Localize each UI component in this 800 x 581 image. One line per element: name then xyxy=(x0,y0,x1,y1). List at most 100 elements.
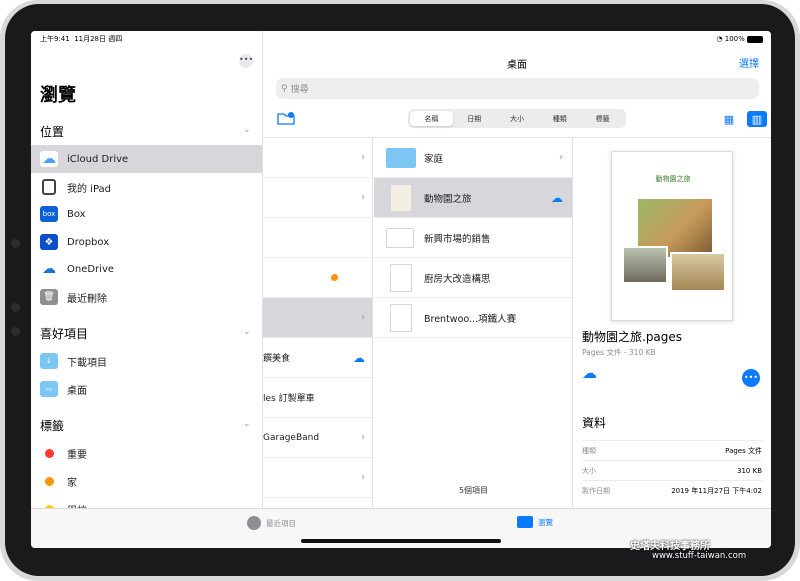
info-key: 大小 xyxy=(582,466,596,475)
column-1: › › › 饌美食 ☁ les 訂製單車 GarageBand › › xyxy=(263,138,373,508)
sidebar-item-label: 最近刪除 xyxy=(67,293,107,305)
sidebar-item-onedrive[interactable]: ☁ OneDrive xyxy=(31,255,262,283)
sort-name[interactable]: 名稱 xyxy=(410,111,453,126)
sidebar-item-box[interactable]: box Box xyxy=(31,200,262,228)
grid-view-icon[interactable]: ▦ xyxy=(720,111,738,127)
page-title: 桌面 xyxy=(507,60,527,71)
list-item[interactable]: 廚房大改造構思 xyxy=(374,258,572,298)
column-view-icon[interactable]: ▥ xyxy=(747,111,767,127)
list-item[interactable]: les 訂製單車 xyxy=(263,378,372,418)
list-item[interactable]: Brentwoo...項鐵人賽 xyxy=(374,298,572,338)
document-thumbnail-icon xyxy=(386,227,414,248)
side-button-icon xyxy=(11,239,20,248)
side-button-icon xyxy=(11,327,20,336)
list-item-label: 廚房大改造構思 xyxy=(424,273,491,285)
info-row: 種類 Pages 文件 xyxy=(582,440,762,460)
downloads-folder-icon: ↓ xyxy=(40,353,58,369)
info-value: 2019 年11月27日 下午4:02 xyxy=(671,486,762,495)
sidebar-item-label: Box xyxy=(67,208,86,220)
sidebar-item-desktop[interactable]: ▭ 桌面 xyxy=(31,375,262,403)
chevron-right-icon: › xyxy=(361,472,365,483)
chevron-right-icon: › xyxy=(361,152,365,163)
chevron-down-icon[interactable]: ⌄ xyxy=(243,327,251,337)
cloud-download-icon[interactable]: ☁ xyxy=(551,191,563,205)
file-name: 動物園之旅.pages xyxy=(582,330,683,344)
tab-browse[interactable]: 瀏覽 xyxy=(517,516,553,528)
folder-icon xyxy=(517,516,533,528)
list-item[interactable] xyxy=(263,258,372,298)
document-preview[interactable]: 動物園之旅 xyxy=(611,151,733,321)
elephant-photo xyxy=(622,246,668,284)
main-panel: ◔ 100% 桌面 選擇 ⚲ 搜尋 名稱 日期 大小 種類 標籤 ▦ ☰ ▥ ›… xyxy=(263,31,771,508)
list-item[interactable]: › xyxy=(263,138,372,178)
list-item[interactable] xyxy=(263,218,372,258)
sidebar-item-ipad[interactable]: 我的 iPad xyxy=(31,173,262,201)
info-key: 種類 xyxy=(582,446,596,455)
more-button[interactable]: ••• xyxy=(742,369,760,387)
sidebar-item-label: iCloud Drive xyxy=(67,153,129,165)
chevron-down-icon[interactable]: ⌄ xyxy=(243,125,251,135)
sidebar-item-label: OneDrive xyxy=(67,263,115,275)
sidebar-item-label: 下載項目 xyxy=(67,357,107,369)
sidebar-item-label: 家 xyxy=(67,477,77,489)
tag-dot-icon xyxy=(331,274,338,281)
list-item[interactable]: 家庭 › xyxy=(374,138,572,178)
info-key: 製作日期 xyxy=(582,486,610,495)
more-button[interactable]: ••• xyxy=(239,54,253,68)
file-subtitle: Pages 文件 - 310 KB xyxy=(582,348,656,357)
info-row: 製作日期 2019 年11月27日 下午4:02 xyxy=(582,480,762,500)
list-item[interactable]: 饌美食 ☁ xyxy=(263,338,372,378)
status-battery: ◔ 100% xyxy=(716,31,763,47)
section-favorites: 喜好項目 xyxy=(40,327,89,341)
screen: 上午9:41 11月28日 週四 ••• 瀏覽 位置 ⌄ ☁ iCloud Dr… xyxy=(31,31,771,548)
tab-recent[interactable]: 最近項目 xyxy=(247,516,296,530)
sidebar-item-tag-home[interactable]: 家 xyxy=(31,467,262,495)
meerkat-photo xyxy=(670,252,726,292)
sidebar-item-label: 我的 iPad xyxy=(67,183,112,195)
sidebar-item-dropbox[interactable]: ❖ Dropbox xyxy=(31,228,262,256)
list-item[interactable]: › xyxy=(263,178,372,218)
info-row: 大小 310 KB xyxy=(582,460,762,480)
sidebar-title: 瀏覽 xyxy=(40,85,76,106)
status-time: 上午9:41 11月28日 週四 xyxy=(40,35,123,43)
new-folder-icon[interactable] xyxy=(277,111,295,125)
info-value: 310 KB xyxy=(737,466,762,475)
cloud-download-icon[interactable]: ☁ xyxy=(582,364,597,382)
select-button[interactable]: 選擇 xyxy=(739,55,759,70)
tab-label: 最近項目 xyxy=(266,518,296,528)
search-input[interactable]: ⚲ 搜尋 xyxy=(276,78,759,99)
home-indicator[interactable] xyxy=(301,539,501,543)
sort-date[interactable]: 日期 xyxy=(453,111,496,126)
sidebar-item-icloud[interactable]: ☁ iCloud Drive xyxy=(31,145,262,173)
list-item[interactable]: › xyxy=(263,298,372,338)
trash-icon: 🗑 xyxy=(40,289,58,305)
sidebar-item-tag-important[interactable]: 重要 xyxy=(31,439,262,467)
chevron-right-icon: › xyxy=(361,432,365,443)
list-item-label: 饌美食 xyxy=(263,354,291,364)
desktop-folder-icon: ▭ xyxy=(40,381,58,397)
list-item[interactable]: › xyxy=(263,458,372,498)
chevron-down-icon[interactable]: ⌄ xyxy=(243,419,251,429)
sort-size[interactable]: 大小 xyxy=(496,111,539,126)
cloud-download-icon[interactable]: ☁ xyxy=(353,351,365,365)
chevron-right-icon: › xyxy=(361,192,365,203)
chevron-right-icon: › xyxy=(559,152,563,163)
section-locations: 位置 xyxy=(40,125,65,139)
sort-tags[interactable]: 標籤 xyxy=(581,111,624,126)
list-item[interactable]: 新興市場的銷售 xyxy=(374,218,572,258)
document-title: 動物園之旅 xyxy=(655,175,691,183)
list-item[interactable]: GarageBand › xyxy=(263,418,372,458)
tag-dot-icon xyxy=(45,448,54,458)
sidebar-item-tag-school[interactable]: 學校 xyxy=(31,495,262,508)
sidebar-item-downloads[interactable]: ↓ 下載項目 xyxy=(31,347,262,375)
tab-label: 瀏覽 xyxy=(538,517,553,527)
sort-control: 名稱 日期 大小 種類 標籤 xyxy=(408,109,626,128)
sidebar-item-trash[interactable]: 🗑 最近刪除 xyxy=(31,283,262,311)
list-item-label: Brentwoo...項鐵人賽 xyxy=(424,313,517,325)
document-thumbnail-icon xyxy=(390,263,412,292)
icloud-icon: ☁ xyxy=(40,151,58,167)
list-item-label: 家庭 xyxy=(424,153,444,165)
sort-kind[interactable]: 種類 xyxy=(538,111,581,126)
preview-panel: 動物園之旅 動物園之旅.pages Pages 文件 - 310 KB ☁ ••… xyxy=(573,138,771,508)
list-item[interactable]: 動物園之旅 ☁ xyxy=(374,178,572,218)
